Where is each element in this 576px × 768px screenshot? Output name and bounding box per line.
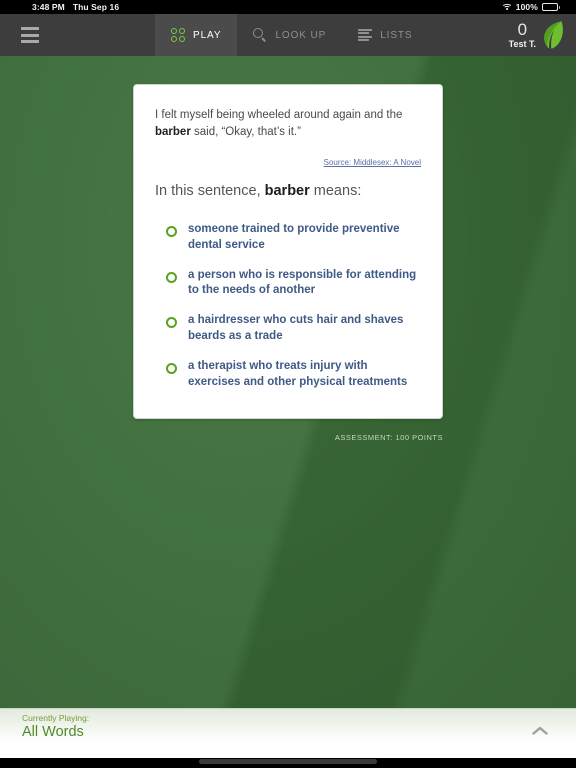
prompt-target-word: barber	[264, 182, 310, 199]
radio-circle-icon[interactable]	[166, 225, 177, 237]
four-dots-icon	[171, 28, 185, 42]
answer-option[interactable]: a therapist who treats injury with exerc…	[155, 352, 421, 398]
score-and-user[interactable]: 0 Test T.	[509, 21, 536, 49]
answer-options: someone trained to provide preventive de…	[155, 215, 421, 398]
status-time: 3:48 PM	[32, 2, 65, 12]
tablet-screen: 3:48 PM Thu Sep 16 100% PLAY LOOK UP LIS…	[0, 0, 576, 768]
currently-playing-value: All Words	[22, 724, 84, 741]
answer-option[interactable]: someone trained to provide preventive de…	[155, 215, 421, 261]
assessment-note: ASSESSMENT: 100 POINTS	[334, 433, 443, 442]
score-value: 0	[517, 20, 528, 39]
tab-play-label: PLAY	[193, 29, 222, 41]
tab-look-up-label: LOOK UP	[275, 29, 327, 41]
ios-status-bar: 3:48 PM Thu Sep 16 100%	[0, 0, 576, 14]
hamburger-menu-icon	[21, 27, 39, 43]
status-date: Thu Sep 16	[72, 2, 120, 12]
user-area: 0 Test T.	[509, 14, 576, 56]
tab-lists-label: LISTS	[380, 29, 413, 41]
radio-circle-icon[interactable]	[166, 317, 177, 329]
answer-option[interactable]: a person who is responsible for attendin…	[155, 261, 421, 307]
question-card: I felt myself being wheeled around again…	[133, 84, 443, 419]
user-name-label: Test T.	[508, 39, 536, 49]
leaf-logo-icon[interactable]	[542, 20, 564, 50]
battery-icon	[541, 3, 560, 11]
passage-after: said, “Okay, that’s it.”	[190, 126, 301, 139]
app-navbar: PLAY LOOK UP LISTS 0 Test T.	[0, 14, 576, 56]
search-icon	[253, 28, 267, 42]
tab-play[interactable]: PLAY	[155, 14, 238, 56]
main-stage: I felt myself being wheeled around again…	[0, 56, 576, 708]
home-indicator[interactable]	[199, 759, 377, 764]
list-icon	[358, 29, 373, 41]
status-bar-right: 100%	[501, 0, 560, 14]
currently-playing-bar[interactable]: Currently Playing: All Words	[0, 708, 576, 758]
answer-option[interactable]: a hairdresser who cuts hair and shaves b…	[155, 306, 421, 352]
radio-circle-icon[interactable]	[166, 362, 177, 374]
wifi-icon	[501, 3, 513, 11]
answer-option-label: a therapist who treats injury with exerc…	[188, 359, 408, 388]
answer-option-label: a person who is responsible for attendin…	[188, 268, 417, 297]
prompt-after: means:	[309, 182, 362, 199]
question-prompt: In this sentence, barber means:	[155, 182, 421, 201]
tab-look-up[interactable]: LOOK UP	[237, 14, 342, 56]
answer-option-label: a hairdresser who cuts hair and shaves b…	[188, 314, 404, 343]
source-link[interactable]: Source: Middlesex: A Novel	[324, 158, 421, 167]
tab-lists[interactable]: LISTS	[342, 14, 428, 56]
source-row: Source: Middlesex: A Novel	[155, 152, 421, 170]
currently-playing-label: Currently Playing:	[22, 713, 90, 723]
battery-percent-label: 100%	[515, 2, 538, 12]
nav-tabs: PLAY LOOK UP LISTS	[155, 14, 429, 56]
currently-playing-texts: Currently Playing: All Words	[22, 713, 90, 741]
passage-text: I felt myself being wheeled around again…	[155, 107, 421, 142]
radio-circle-icon[interactable]	[166, 271, 177, 283]
hamburger-menu-button[interactable]	[0, 14, 60, 56]
answer-option-label: someone trained to provide preventive de…	[188, 222, 400, 251]
status-bar-left: 3:48 PM Thu Sep 16	[0, 2, 119, 12]
chevron-up-icon[interactable]	[532, 723, 548, 735]
prompt-before: In this sentence,	[155, 182, 265, 199]
passage-target-word: barber	[155, 126, 191, 139]
passage-before: I felt myself being wheeled around again…	[155, 109, 403, 121]
